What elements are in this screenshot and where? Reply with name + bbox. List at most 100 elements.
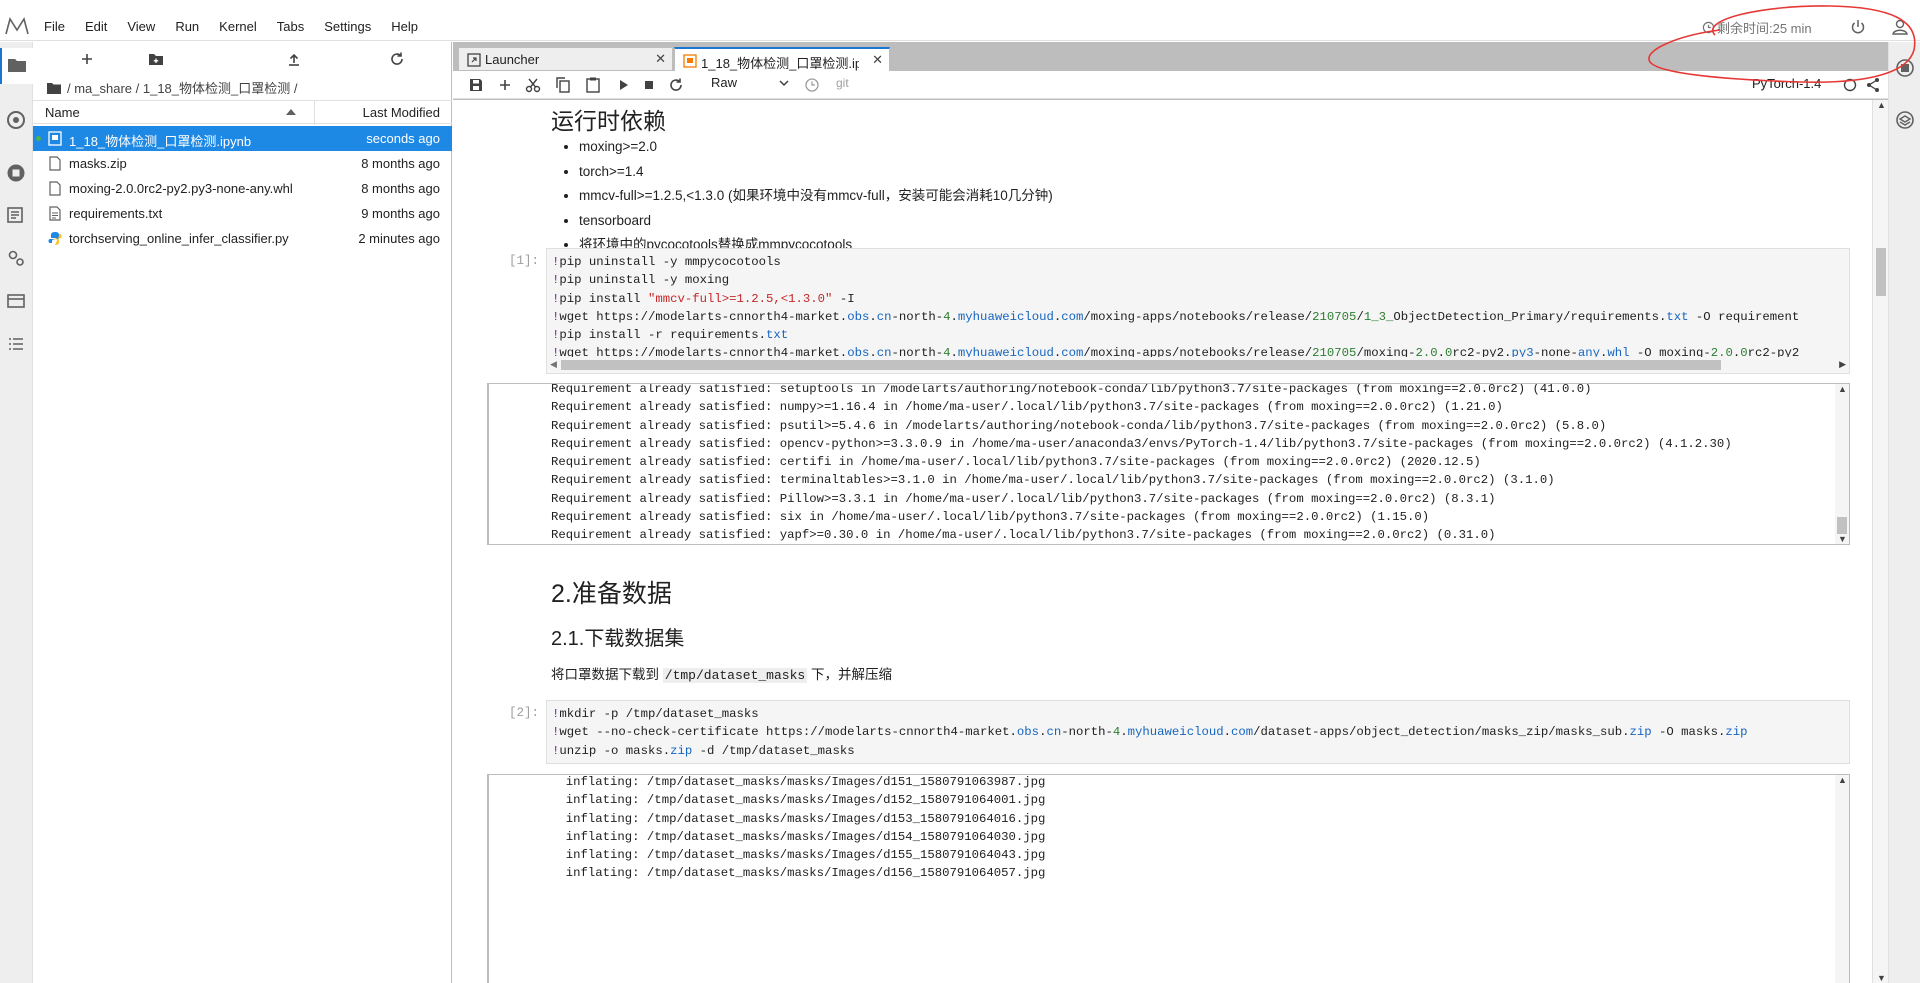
document-tab-bar: Launcher ✕ 1_18_物体检测_口罩检测.ipynb ✕ — [453, 42, 1888, 72]
menu-edit[interactable]: Edit — [75, 13, 117, 41]
code-line: !pip install "mmcv-full>=1.2.5,<1.3.0" -… — [552, 291, 855, 306]
notebook-content: 运行时依赖 moxing>=2.0 torch>=1.4 mmcv-full>=… — [453, 100, 1872, 983]
python-icon — [48, 232, 62, 245]
menu-kernel[interactable]: Kernel — [209, 13, 267, 41]
menu-run[interactable]: Run — [165, 13, 209, 41]
close-icon[interactable]: ✕ — [872, 52, 883, 68]
text-fragment: 将口罩数据下载到 — [551, 667, 659, 682]
restart-icon[interactable] — [667, 76, 685, 94]
layers-icon[interactable] — [1895, 110, 1915, 130]
vertical-scrollbar[interactable]: ▲ — [1835, 775, 1849, 983]
notebook-toolbar: Raw git PyTorch-1.4 — [453, 71, 1888, 99]
folder-icon — [8, 59, 26, 72]
code-cell-input[interactable]: !pip uninstall -y mmpycocotools !pip uni… — [546, 248, 1850, 374]
user-icon[interactable] — [1890, 17, 1910, 37]
menu-tabs[interactable]: Tabs — [267, 13, 314, 41]
notebook-icon — [683, 54, 697, 68]
output-line: Requirement already satisfied: terminalt… — [551, 473, 1555, 488]
new-launcher-icon[interactable] — [78, 50, 96, 68]
code-line: !unzip -o masks.zip -d /tmp/dataset_mask… — [552, 743, 855, 758]
upload-icon[interactable] — [285, 50, 303, 68]
scroll-down-icon[interactable]: ▼ — [1838, 534, 1847, 544]
stop-circle-icon[interactable] — [6, 163, 26, 183]
notebook-vertical-scrollbar[interactable]: ▲ ▼ — [1872, 100, 1888, 983]
refresh-icon[interactable] — [388, 50, 406, 68]
output-line: inflating: /tmp/dataset_masks/masks/Imag… — [551, 848, 1046, 863]
commands-icon[interactable] — [6, 205, 26, 225]
extension-icon[interactable] — [1895, 58, 1915, 78]
list-item[interactable]: 1_18_物体检测_口罩检测.ipynb seconds ago — [33, 126, 452, 151]
code-line: !wget --no-check-certificate https://mod… — [552, 725, 1748, 740]
code-cell-output[interactable]: inflating: /tmp/dataset_masks/masks/Imag… — [487, 774, 1850, 983]
chevron-down-icon[interactable] — [778, 77, 790, 89]
top-menu-bar: File Edit View Run Kernel Tabs Settings … — [0, 13, 1920, 41]
stop-icon[interactable] — [640, 76, 658, 94]
column-last-modified[interactable]: Last Modified — [363, 105, 440, 120]
output-line: Requirement already satisfied: certifi i… — [551, 455, 1481, 470]
cell-type-select[interactable]: Raw — [711, 75, 737, 90]
file-list-header: Name Last Modified — [33, 100, 452, 125]
scroll-up-icon[interactable]: ▲ — [1877, 100, 1886, 110]
tab-launcher[interactable]: Launcher ✕ — [458, 47, 673, 71]
copy-icon[interactable] — [554, 76, 572, 94]
breadcrumb[interactable]: / ma_share / 1_18_物体检测_口罩检测 / — [47, 78, 297, 97]
new-folder-icon[interactable] — [147, 50, 165, 68]
scroll-right-icon[interactable]: ▶ — [1839, 359, 1846, 370]
code-line: !pip install -r requirements.txt — [552, 328, 789, 343]
running-sessions-icon[interactable] — [6, 110, 26, 130]
git-label[interactable]: git — [836, 76, 849, 90]
scroll-up-icon[interactable]: ▲ — [1838, 384, 1847, 394]
scroll-left-icon[interactable]: ◀ — [550, 359, 557, 370]
history-clock-icon[interactable] — [803, 76, 821, 94]
list-item[interactable]: torchserving_online_infer_classifier.py … — [33, 226, 452, 251]
tab-notebook[interactable]: 1_18_物体检测_口罩检测.ipynb ✕ — [674, 47, 890, 72]
list-item: moxing>=2.0 — [579, 135, 1053, 160]
code-line: !pip uninstall -y moxing — [552, 273, 730, 288]
run-icon[interactable] — [614, 76, 632, 94]
close-icon[interactable]: ✕ — [655, 51, 666, 67]
code-cell-input[interactable]: !mkdir -p /tmp/dataset_masks !wget --no-… — [546, 700, 1850, 764]
output-line: Requirement already satisfied: psutil>=5… — [551, 418, 1607, 433]
dependency-list: moxing>=2.0 torch>=1.4 mmcv-full>=1.2.5,… — [551, 135, 1053, 258]
table-of-contents-icon[interactable] — [6, 334, 26, 354]
file-browser-panel: / ma_share / 1_18_物体检测_口罩检测 / Name Last … — [33, 42, 452, 983]
add-cell-icon[interactable] — [496, 76, 514, 94]
column-divider[interactable] — [314, 101, 315, 125]
column-name[interactable]: Name — [45, 105, 80, 120]
paste-icon[interactable] — [584, 76, 602, 94]
power-icon[interactable] — [1848, 17, 1868, 37]
save-icon[interactable] — [467, 76, 485, 94]
menu-help[interactable]: Help — [381, 13, 428, 41]
file-list: 1_18_物体检测_口罩检测.ipynb seconds ago masks.z… — [33, 126, 452, 251]
file-modified: 9 months ago — [361, 206, 440, 221]
file-name: moxing-2.0.0rc2-py2.py3-none-any.whl — [69, 181, 293, 196]
list-item[interactable]: requirements.txt 9 months ago — [33, 201, 452, 226]
breadcrumb-path[interactable]: / ma_share / 1_18_物体检测_口罩检测 / — [67, 78, 297, 97]
file-icon — [49, 156, 61, 171]
kernel-status-icon — [1843, 78, 1857, 92]
list-item[interactable]: moxing-2.0.0rc2-py2.py3-none-any.whl 8 m… — [33, 176, 452, 201]
output-line: inflating: /tmp/dataset_masks/masks/Imag… — [551, 829, 1046, 844]
scroll-up-icon[interactable]: ▲ — [1838, 775, 1847, 785]
vertical-scrollbar[interactable]: ▲ ▼ — [1835, 384, 1849, 544]
property-inspector-icon[interactable] — [6, 248, 26, 268]
kernel-name[interactable]: PyTorch-1.4 — [1752, 76, 1821, 91]
code-cell-output[interactable]: Requirement already satisfied: setuptool… — [487, 383, 1850, 545]
cut-icon[interactable] — [524, 76, 542, 94]
tabs-icon[interactable] — [6, 291, 26, 311]
output-line: Requirement already satisfied: six in /h… — [551, 510, 1430, 525]
scrollbar-thumb[interactable] — [561, 360, 1721, 370]
share-icon[interactable] — [1864, 76, 1882, 94]
inline-code: /tmp/dataset_masks — [662, 668, 808, 683]
horizontal-scrollbar[interactable]: ◀ ▶ — [547, 357, 1849, 373]
list-item[interactable]: masks.zip 8 months ago — [33, 151, 452, 176]
menu-file[interactable]: File — [34, 13, 75, 41]
sort-ascending-icon[interactable] — [286, 109, 296, 115]
scrollbar-thumb[interactable] — [1837, 517, 1847, 534]
folder-icon — [47, 82, 61, 94]
menu-view[interactable]: View — [117, 13, 165, 41]
scroll-down-icon[interactable]: ▼ — [1877, 973, 1886, 983]
scrollbar-thumb[interactable] — [1876, 248, 1886, 296]
sidebar-file-browser-tab[interactable] — [0, 48, 33, 84]
menu-settings[interactable]: Settings — [314, 13, 381, 41]
